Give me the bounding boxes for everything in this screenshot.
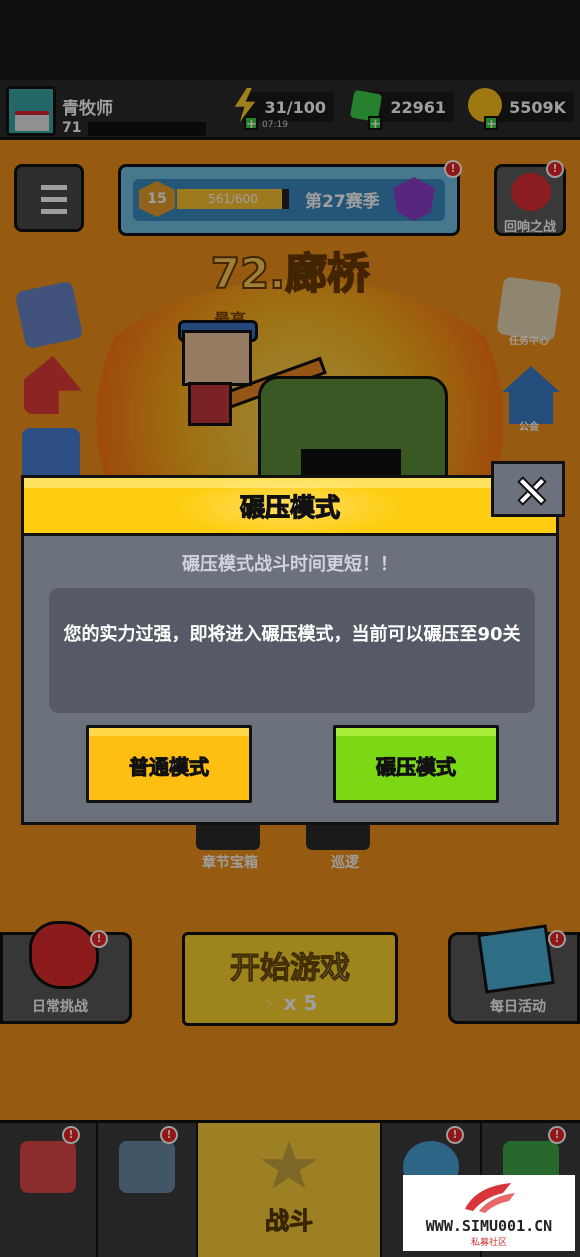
crush-mode-label: 碾压模式 (376, 755, 457, 780)
watermark-logo-icon (465, 1183, 515, 1213)
crush-mode-dialog: 碾压模式 碾压模式战斗时间更短！！ 您的实力过强，即将进入碾压模式，当前可以碾压… (21, 475, 559, 825)
dialog-message: 您的实力过强，即将进入碾压模式，当前可以碾压至90关 (63, 624, 521, 645)
dialog-title: 碾压模式 (239, 492, 340, 522)
crush-mode-button[interactable]: 碾压模式 (333, 725, 499, 803)
dialog-subtitle: 碾压模式战斗时间更短！！ (182, 554, 398, 575)
normal-mode-label: 普通模式 (129, 755, 210, 780)
watermark-text: WWW.SIMU001.CN (425, 1217, 553, 1235)
normal-mode-button[interactable]: 普通模式 (86, 725, 252, 803)
watermark: WWW.SIMU001.CN 私募社区 (403, 1175, 575, 1251)
watermark-subtext: 私募社区 (470, 1238, 507, 1248)
close-button[interactable] (491, 461, 565, 517)
dialog-message-box: 您的实力过强，即将进入碾压模式，当前可以碾压至90关 (49, 588, 535, 713)
dialog-header: 碾压模式 (24, 478, 556, 536)
